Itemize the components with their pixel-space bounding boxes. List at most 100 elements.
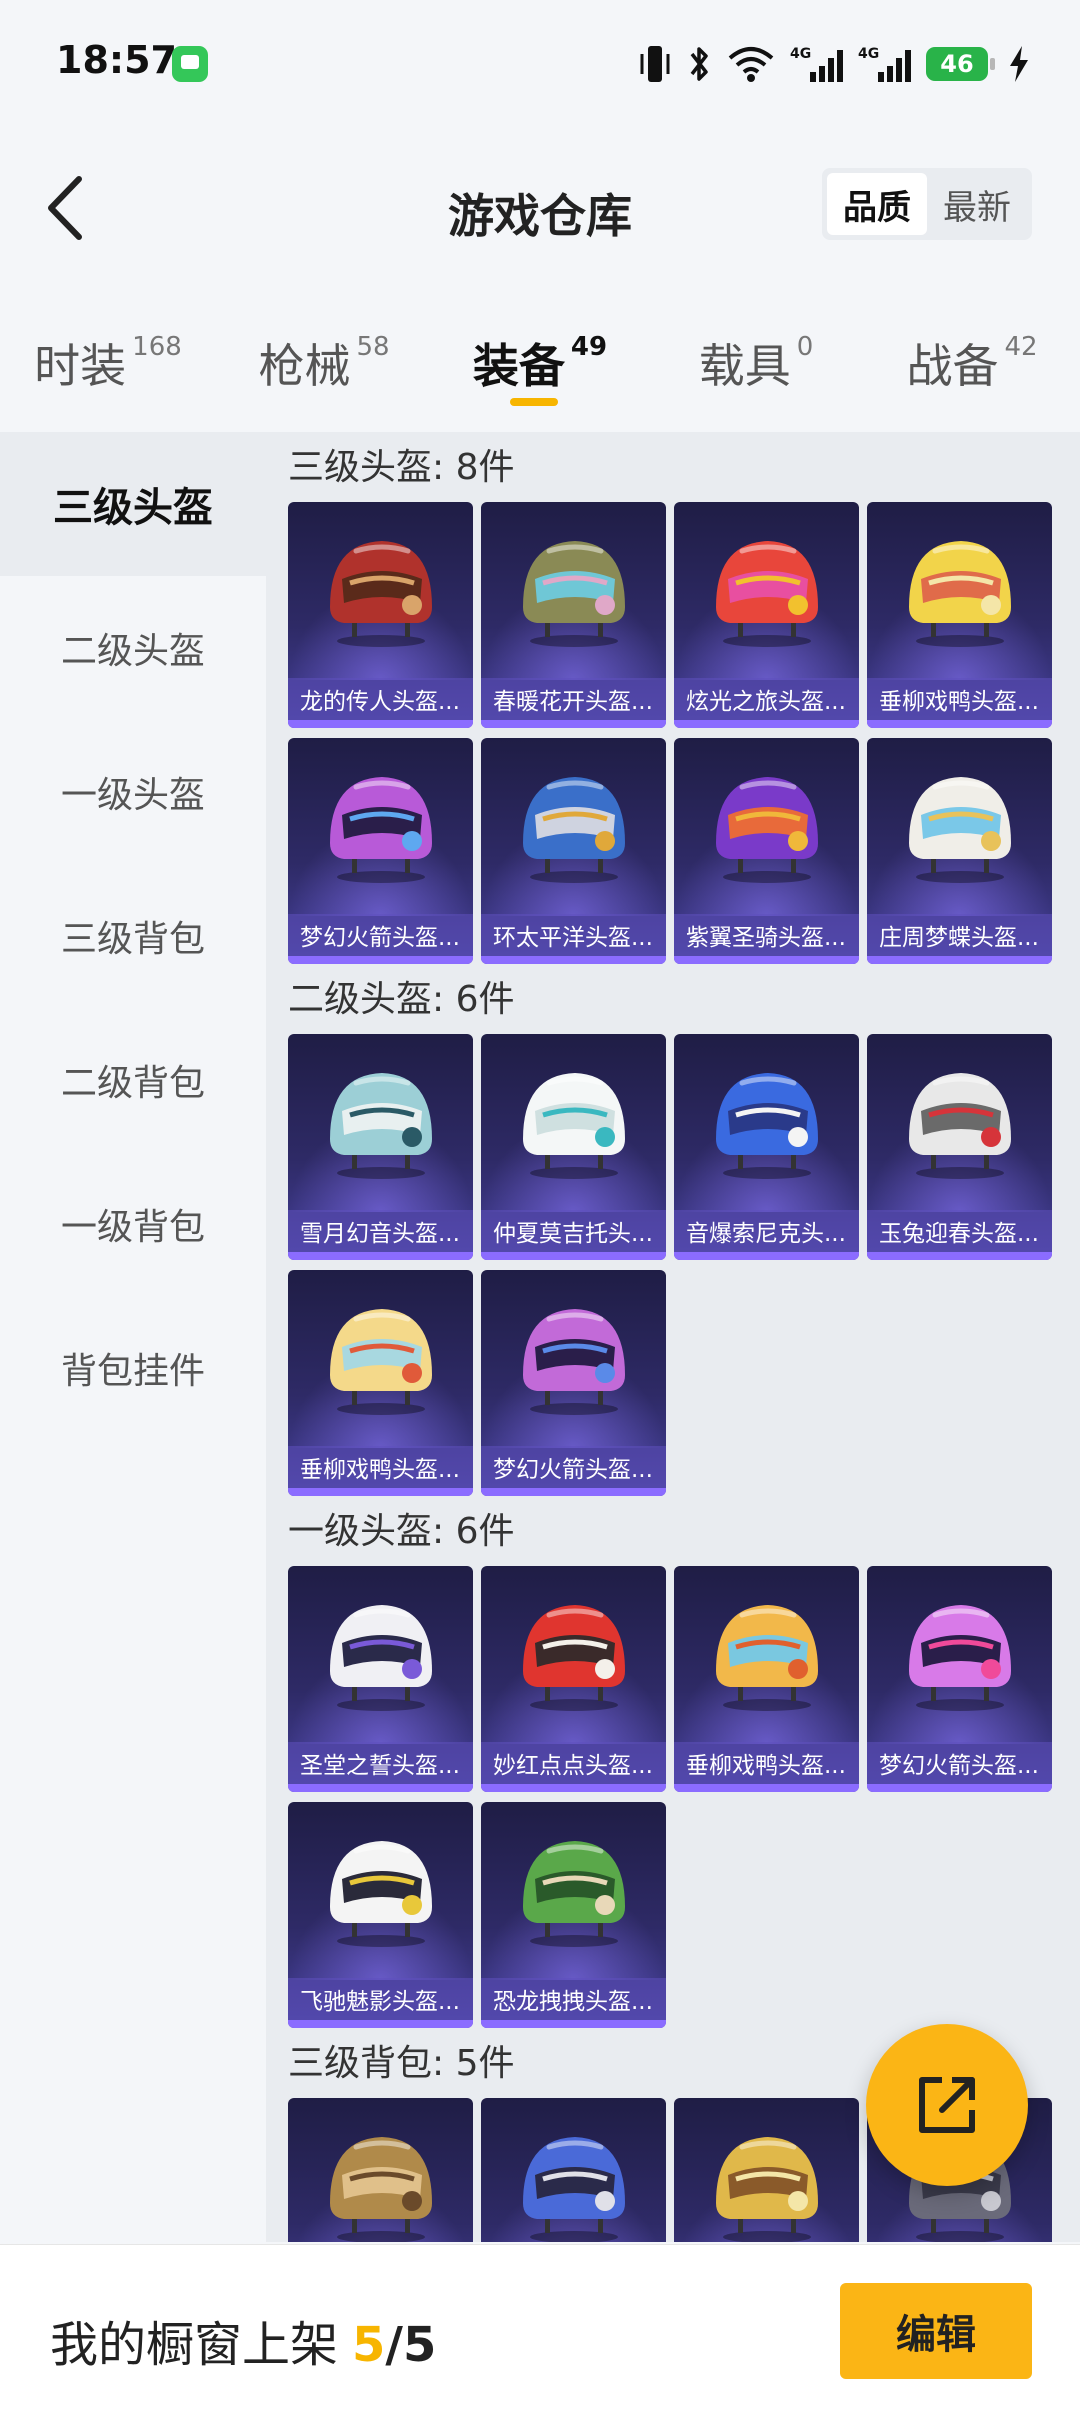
item-card[interactable]: 飞驰魅影头盔... bbox=[288, 1802, 473, 2028]
signal-4g-icon: 4G bbox=[790, 42, 844, 86]
item-section: 二级头盔: 6件 雪月幻音头盔... 仲夏莫吉托头... 音爆索尼克头... 玉兔迎春头… bbox=[266, 964, 1080, 1496]
item-card[interactable]: 环太平洋头盔... bbox=[481, 738, 666, 964]
item-name: 梦幻火箭头盔... bbox=[288, 914, 473, 956]
sort-toggle: 品质 最新 bbox=[822, 168, 1032, 240]
item-card[interactable]: 梦幻火箭头盔... bbox=[288, 738, 473, 964]
item-name: 飞驰魅影头盔... bbox=[288, 1978, 473, 2020]
item-card[interactable]: 仲夏莫吉托头... bbox=[481, 1034, 666, 1260]
rarity-bar bbox=[288, 1252, 473, 1260]
rarity-bar bbox=[867, 720, 1052, 728]
rarity-bar bbox=[288, 1488, 473, 1496]
tab-label: 枪械 bbox=[258, 339, 351, 393]
rarity-bar bbox=[867, 1252, 1052, 1260]
tab-equipment[interactable]: 装备 49 bbox=[432, 300, 648, 430]
item-name: 仲夏莫吉托头... bbox=[481, 1210, 666, 1252]
helmet-image bbox=[867, 1578, 1052, 1728]
charging-icon bbox=[1008, 42, 1030, 86]
message-icon bbox=[172, 46, 208, 82]
item-card[interactable]: 圣堂之誓头盔... bbox=[288, 1566, 473, 1792]
rarity-bar bbox=[481, 956, 666, 964]
item-card[interactable]: 庄周梦蝶头盔... bbox=[867, 738, 1052, 964]
rarity-bar bbox=[288, 720, 473, 728]
svg-text:4G: 4G bbox=[858, 46, 879, 62]
item-card[interactable]: 垂柳戏鸭头盔... bbox=[674, 1566, 859, 1792]
tab-count: 0 bbox=[796, 332, 814, 362]
item-card[interactable]: 垂柳戏鸭头盔... bbox=[867, 502, 1052, 728]
item-grid: 龙的传人头盔... 春暖花开头盔... 炫光之旅头盔... 垂柳戏鸭头盔... 梦幻火箭… bbox=[288, 502, 1080, 964]
tab-war-gear[interactable]: 战备 42 bbox=[864, 300, 1080, 430]
item-card[interactable]: 玉兔迎春头盔... bbox=[867, 1034, 1052, 1260]
item-name: 龙的传人头盔... bbox=[288, 678, 473, 720]
tab-guns[interactable]: 枪械 58 bbox=[216, 300, 432, 430]
showcase-status: 我的橱窗上架 5/5 bbox=[50, 2305, 436, 2375]
sidebar: 三级头盔 二级头盔 一级头盔 三级背包 二级背包 一级背包 背包挂件 bbox=[0, 432, 266, 2232]
tab-vehicles[interactable]: 载具 0 bbox=[648, 300, 864, 430]
item-section: 三级头盔: 8件 龙的传人头盔... 春暖花开头盔... 炫光之旅头盔... 垂柳戏鸭头… bbox=[266, 432, 1080, 964]
tab-fashion[interactable]: 时装 168 bbox=[0, 300, 216, 430]
sidebar-item-level1-helmet[interactable]: 一级头盔 bbox=[0, 720, 266, 864]
rarity-bar bbox=[481, 1252, 666, 1260]
rarity-bar bbox=[481, 2020, 666, 2028]
bluetooth-icon bbox=[686, 42, 712, 86]
rarity-bar bbox=[867, 1784, 1052, 1792]
rarity-bar bbox=[288, 2020, 473, 2028]
item-name: 恐龙拽拽头盔... bbox=[481, 1978, 666, 2020]
item-name: 梦幻火箭头盔... bbox=[481, 1446, 666, 1488]
helmet-image bbox=[288, 1046, 473, 1196]
item-name: 圣堂之誓头盔... bbox=[288, 1742, 473, 1784]
tab-label: 战备 bbox=[906, 339, 999, 393]
sidebar-item-backpack-pendant[interactable]: 背包挂件 bbox=[0, 1296, 266, 1440]
item-card[interactable]: 炫光之旅头盔... bbox=[674, 502, 859, 728]
helmet-image bbox=[674, 1046, 859, 1196]
vibrate-icon bbox=[638, 42, 672, 86]
helmet-image bbox=[674, 2110, 859, 2242]
item-card[interactable]: 春暖花开头盔... bbox=[481, 502, 666, 728]
item-card[interactable] bbox=[674, 2098, 859, 2242]
tab-label: 载具 bbox=[698, 339, 791, 393]
status-time: 18:57 bbox=[56, 38, 177, 82]
category-tabs: 时装 168 枪械 58 装备 49 载具 0 战备 42 bbox=[0, 300, 1080, 430]
tab-count: 49 bbox=[570, 332, 608, 362]
item-card[interactable]: 恐龙拽拽头盔... bbox=[481, 1802, 666, 2028]
sidebar-item-level1-backpack[interactable]: 一级背包 bbox=[0, 1152, 266, 1296]
item-card[interactable]: 垂柳戏鸭头盔... bbox=[288, 1270, 473, 1496]
helmet-image bbox=[481, 1578, 666, 1728]
item-card[interactable]: 梦幻火箭头盔... bbox=[867, 1566, 1052, 1792]
helmet-image bbox=[288, 514, 473, 664]
helmet-image bbox=[288, 1814, 473, 1964]
sidebar-item-level3-helmet[interactable]: 三级头盔 bbox=[0, 432, 266, 576]
item-card[interactable] bbox=[288, 2098, 473, 2242]
helmet-image bbox=[481, 750, 666, 900]
item-name: 垂柳戏鸭头盔... bbox=[674, 1742, 859, 1784]
item-card[interactable]: 梦幻火箭头盔... bbox=[481, 1270, 666, 1496]
item-card[interactable]: 妙红点点头盔... bbox=[481, 1566, 666, 1792]
item-card[interactable]: 音爆索尼克头... bbox=[674, 1034, 859, 1260]
helmet-image bbox=[867, 1046, 1052, 1196]
item-name: 春暖花开头盔... bbox=[481, 678, 666, 720]
item-name: 紫翼圣骑头盔... bbox=[674, 914, 859, 956]
tab-label: 时装 bbox=[34, 339, 127, 393]
helmet-image bbox=[288, 1282, 473, 1432]
tab-active-indicator bbox=[510, 398, 558, 406]
sidebar-item-level3-backpack[interactable]: 三级背包 bbox=[0, 864, 266, 1008]
sidebar-item-level2-helmet[interactable]: 二级头盔 bbox=[0, 576, 266, 720]
share-external-icon bbox=[919, 2077, 975, 2133]
rarity-bar bbox=[481, 1784, 666, 1792]
sort-by-newest[interactable]: 最新 bbox=[927, 173, 1027, 235]
share-button[interactable] bbox=[866, 2024, 1028, 2186]
helmet-image bbox=[481, 1814, 666, 1964]
edit-button[interactable]: 编辑 bbox=[840, 2283, 1032, 2379]
section-title: 三级头盔: 8件 bbox=[288, 447, 515, 488]
item-card[interactable]: 紫翼圣骑头盔... bbox=[674, 738, 859, 964]
item-card[interactable]: 龙的传人头盔... bbox=[288, 502, 473, 728]
item-card[interactable] bbox=[481, 2098, 666, 2242]
signal-4g-icon: 4G bbox=[858, 42, 912, 86]
battery-icon: 46 bbox=[926, 47, 995, 81]
sidebar-item-level2-backpack[interactable]: 二级背包 bbox=[0, 1008, 266, 1152]
item-list: 三级头盔: 8件 龙的传人头盔... 春暖花开头盔... 炫光之旅头盔... 垂柳戏鸭头… bbox=[266, 432, 1080, 2242]
tab-count: 42 bbox=[1004, 332, 1038, 362]
rarity-bar bbox=[288, 956, 473, 964]
item-card[interactable]: 雪月幻音头盔... bbox=[288, 1034, 473, 1260]
sort-by-quality[interactable]: 品质 bbox=[827, 173, 927, 235]
helmet-image bbox=[674, 750, 859, 900]
